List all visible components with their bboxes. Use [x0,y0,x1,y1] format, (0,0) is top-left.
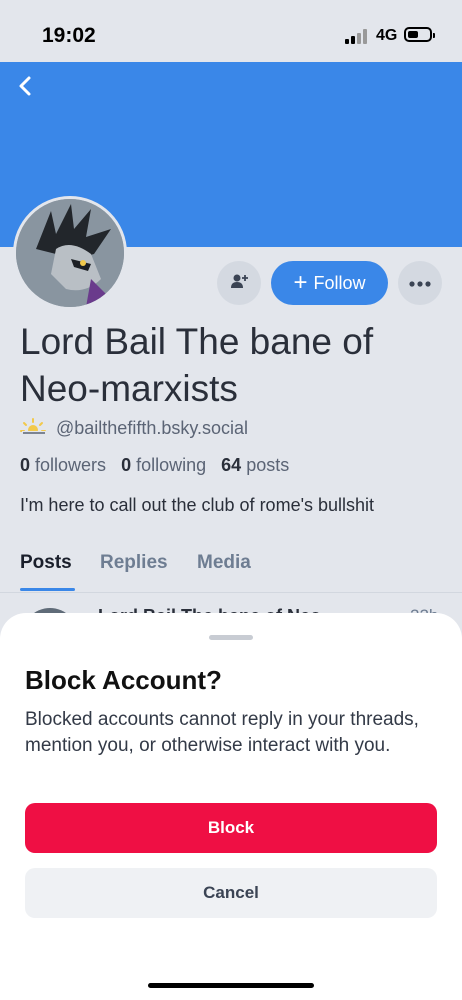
tab-media[interactable]: Media [197,552,251,574]
profile-avatar[interactable] [13,196,127,310]
sheet-title: Block Account? [25,665,222,695]
tab-replies[interactable]: Replies [100,552,168,574]
profile-tabs: Posts Replies Media [0,548,462,593]
following-stat[interactable]: 0 following [121,455,206,475]
follow-label: Follow [313,272,366,293]
profile-handle: @bailthefifth.bsky.social [56,418,249,438]
sheet-grab-handle[interactable] [209,635,253,640]
cellular-signal-icon [345,28,369,44]
cancel-button[interactable]: Cancel [25,868,437,918]
followers-stat[interactable]: 0 followers [20,455,106,475]
suggested-follows-button[interactable] [217,261,261,305]
network-type: 4G [376,27,398,44]
active-tab-indicator [20,588,75,591]
battery-icon [404,27,435,42]
ellipsis-icon [409,274,431,292]
profile-bio: I'm here to call out the club of rome's … [20,495,375,515]
handle-row: @bailthefifth.bsky.social [20,417,248,440]
home-indicator [148,983,314,988]
add-person-icon [230,273,248,294]
profile-stats: 0 followers 0 following 64 posts [20,455,289,476]
sun-cloud-icon [20,417,48,440]
avatar-image [16,199,124,307]
plus-icon: + [293,269,308,296]
tab-posts[interactable]: Posts [20,552,72,574]
back-chevron-icon[interactable] [14,72,38,100]
status-time: 19:02 [42,24,96,47]
block-account-sheet: Block Account? Blocked accounts cannot r… [0,613,462,1000]
block-button[interactable]: Block [25,803,437,853]
posts-stat: 64 posts [221,455,290,475]
status-bar: 19:02 4G [0,0,462,62]
more-options-button[interactable] [398,261,442,305]
sheet-description: Blocked accounts cannot reply in your th… [25,709,419,756]
profile-display-name: Lord Bail The bane of Neo-marxists [20,321,374,409]
follow-button[interactable]: + Follow [271,261,388,305]
